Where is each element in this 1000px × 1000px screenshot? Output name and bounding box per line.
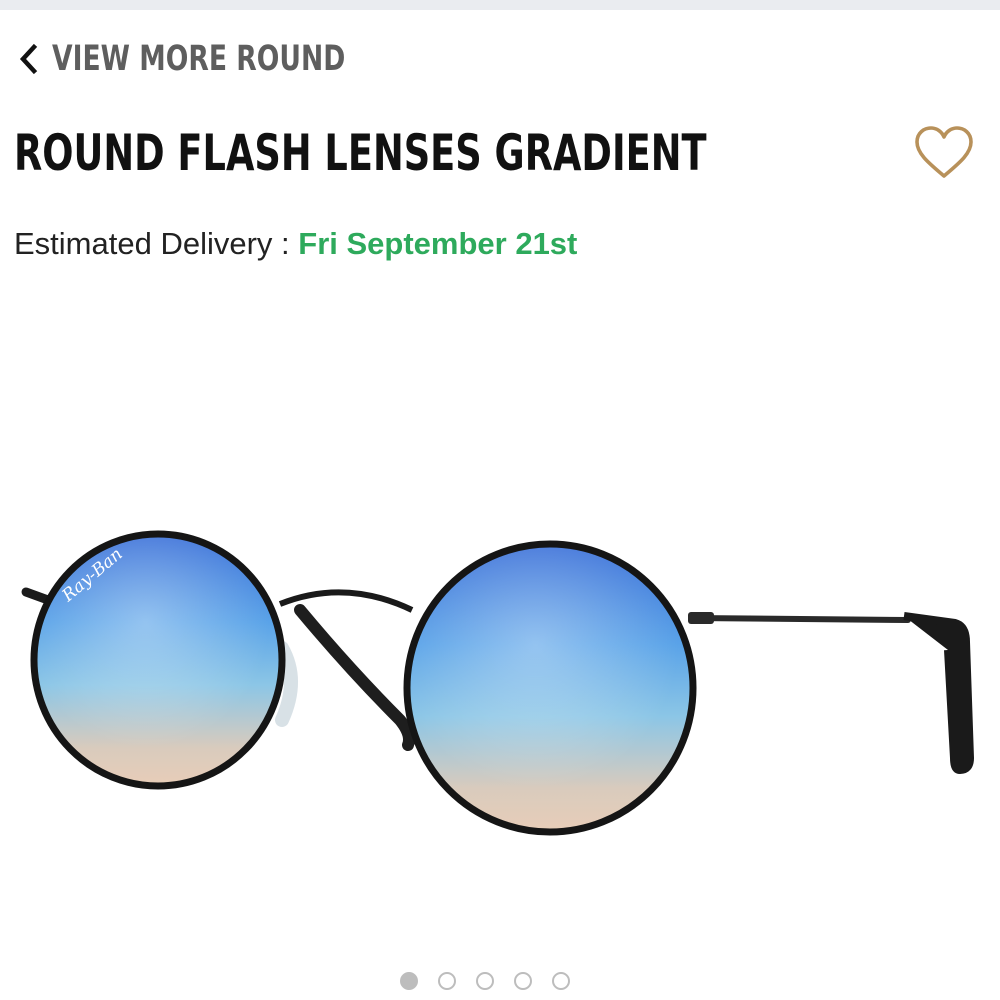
delivery-date: Fri September 21st <box>298 226 578 261</box>
delivery-label: Estimated Delivery : <box>14 226 290 261</box>
back-link-label: VIEW MORE ROUND <box>52 39 346 79</box>
left-temple <box>21 587 53 605</box>
carousel-dot-1[interactable] <box>400 972 418 990</box>
chevron-left-icon <box>19 43 38 75</box>
hinge <box>688 612 714 624</box>
carousel-dot-2[interactable] <box>438 972 456 990</box>
top-status-strip <box>0 0 1000 10</box>
product-title: ROUND FLASH LENSES GRADIENT <box>14 124 707 182</box>
product-image: Ray-Ban <box>21 530 974 836</box>
image-carousel-dots <box>400 972 570 990</box>
view-more-round-link[interactable]: VIEW MORE ROUND <box>14 34 438 84</box>
carousel-dot-4[interactable] <box>514 972 532 990</box>
left-lens: Ray-Ban <box>30 530 286 790</box>
carousel-dot-3[interactable] <box>476 972 494 990</box>
estimated-delivery: Estimated Delivery : Fri September 21st <box>14 222 577 266</box>
right-temple <box>689 612 974 774</box>
right-lens <box>403 540 697 836</box>
heart-outline-icon[interactable] <box>912 124 976 182</box>
carousel-dot-5[interactable] <box>552 972 570 990</box>
